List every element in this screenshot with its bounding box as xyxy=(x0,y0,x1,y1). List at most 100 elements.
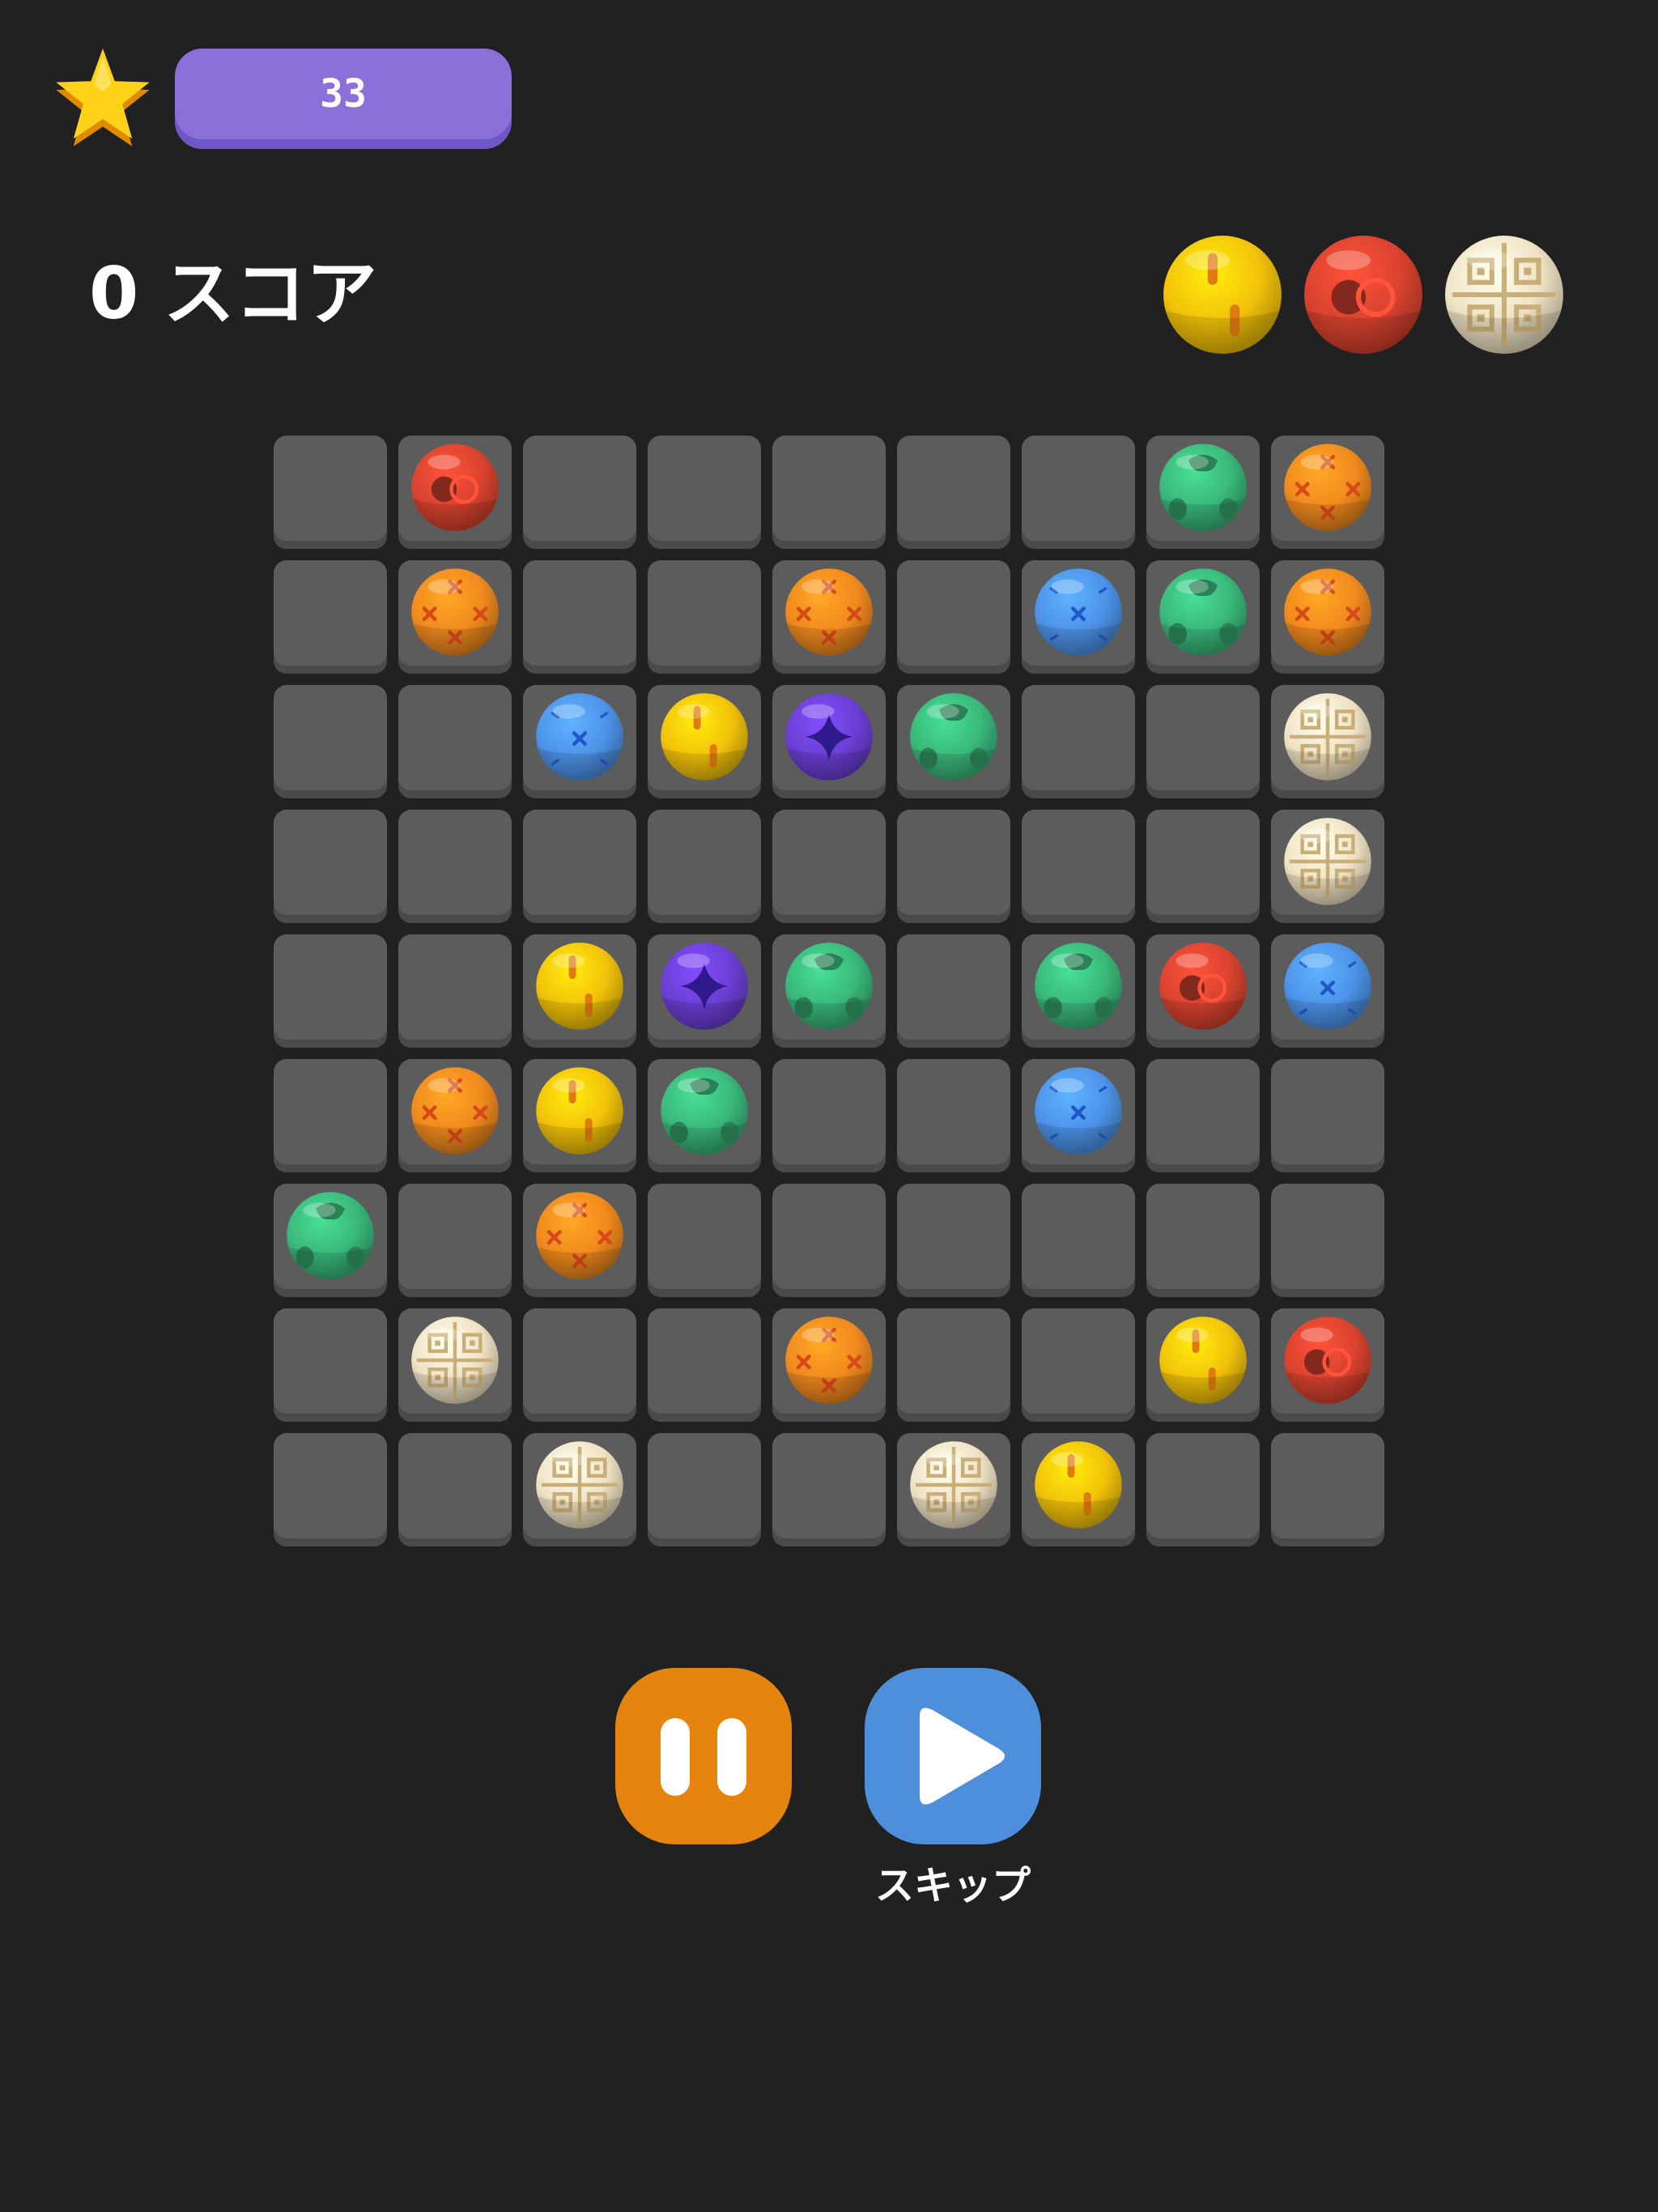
board-cell[interactable] xyxy=(1146,560,1260,674)
board-cell[interactable] xyxy=(772,560,886,674)
board-cell[interactable] xyxy=(897,436,1010,549)
board-cell[interactable] xyxy=(398,685,512,798)
board-cell[interactable] xyxy=(772,1059,886,1172)
board-cell[interactable] xyxy=(648,1184,761,1297)
board-cell[interactable] xyxy=(772,1433,886,1546)
board-cell[interactable] xyxy=(772,934,886,1048)
board-cell[interactable] xyxy=(772,1184,886,1297)
board-cell[interactable] xyxy=(648,685,761,798)
board-cell[interactable] xyxy=(523,1184,636,1297)
board-cell[interactable] xyxy=(897,560,1010,674)
red-ball-icon[interactable] xyxy=(1158,941,1248,1032)
board-cell[interactable] xyxy=(1146,1308,1260,1422)
board-cell[interactable] xyxy=(523,436,636,549)
board-cell[interactable] xyxy=(1271,685,1384,798)
board-cell[interactable] xyxy=(398,934,512,1048)
board-cell[interactable] xyxy=(648,1308,761,1422)
yellow-ball-icon[interactable] xyxy=(534,1066,625,1156)
board-cell[interactable] xyxy=(897,685,1010,798)
board-cell[interactable] xyxy=(897,1059,1010,1172)
board-cell[interactable] xyxy=(1271,934,1384,1048)
board-cell[interactable] xyxy=(274,1433,387,1546)
green-ball-icon[interactable] xyxy=(1158,567,1248,657)
board-cell[interactable] xyxy=(1146,436,1260,549)
board-cell[interactable] xyxy=(1271,560,1384,674)
board-cell[interactable] xyxy=(523,1433,636,1546)
green-ball-icon[interactable] xyxy=(784,941,874,1032)
board-cell[interactable] xyxy=(523,560,636,674)
board-cell[interactable] xyxy=(523,685,636,798)
board-cell[interactable] xyxy=(1146,685,1260,798)
board-cell[interactable] xyxy=(648,1433,761,1546)
board-cell[interactable] xyxy=(398,560,512,674)
cream-ball-icon[interactable] xyxy=(534,1440,625,1530)
cream-ball-icon[interactable] xyxy=(1282,816,1373,907)
board-cell[interactable] xyxy=(897,934,1010,1048)
pause-button[interactable] xyxy=(615,1668,792,1844)
orange-ball-icon[interactable] xyxy=(1282,567,1373,657)
blue-ball-icon[interactable] xyxy=(534,691,625,782)
board-cell[interactable] xyxy=(523,934,636,1048)
yellow-ball-icon[interactable] xyxy=(659,691,750,782)
board-cell[interactable] xyxy=(1022,1433,1135,1546)
board-cell[interactable] xyxy=(1271,1433,1384,1546)
board-cell[interactable] xyxy=(1271,810,1384,923)
board-cell[interactable] xyxy=(1271,1059,1384,1172)
board-cell[interactable] xyxy=(772,810,886,923)
purple-ball-icon[interactable] xyxy=(659,941,750,1032)
board-cell[interactable] xyxy=(398,1308,512,1422)
board-cell[interactable] xyxy=(398,810,512,923)
board-cell[interactable] xyxy=(1146,1433,1260,1546)
board-cell[interactable] xyxy=(1022,810,1135,923)
yellow-ball-icon[interactable] xyxy=(1033,1440,1124,1530)
board-cell[interactable] xyxy=(523,810,636,923)
orange-ball-icon[interactable] xyxy=(534,1190,625,1281)
yellow-ball-icon[interactable] xyxy=(534,941,625,1032)
board-cell[interactable] xyxy=(274,934,387,1048)
board-cell[interactable] xyxy=(1271,1184,1384,1297)
blue-ball-icon[interactable] xyxy=(1033,567,1124,657)
board-cell[interactable] xyxy=(274,685,387,798)
board-cell[interactable] xyxy=(274,1308,387,1422)
board-cell[interactable] xyxy=(274,1184,387,1297)
board-cell[interactable] xyxy=(1022,934,1135,1048)
board-cell[interactable] xyxy=(398,1433,512,1546)
cream-ball-icon[interactable] xyxy=(908,1440,999,1530)
board-cell[interactable] xyxy=(648,810,761,923)
orange-ball-icon[interactable] xyxy=(410,1066,500,1156)
red-ball-icon[interactable] xyxy=(410,442,500,533)
board-cell[interactable] xyxy=(1022,1059,1135,1172)
green-ball-icon[interactable] xyxy=(1033,941,1124,1032)
board-cell[interactable] xyxy=(1022,436,1135,549)
board-cell[interactable] xyxy=(648,1059,761,1172)
board-cell[interactable] xyxy=(1022,1184,1135,1297)
board-cell[interactable] xyxy=(1022,1308,1135,1422)
board-cell[interactable] xyxy=(398,1059,512,1172)
game-board[interactable] xyxy=(274,436,1384,1546)
green-ball-icon[interactable] xyxy=(908,691,999,782)
board-cell[interactable] xyxy=(897,1433,1010,1546)
board-cell[interactable] xyxy=(1271,436,1384,549)
board-cell[interactable] xyxy=(897,1184,1010,1297)
board-cell[interactable] xyxy=(1022,560,1135,674)
board-cell[interactable] xyxy=(1146,810,1260,923)
green-ball-icon[interactable] xyxy=(1158,442,1248,533)
board-cell[interactable] xyxy=(523,1059,636,1172)
cream-ball-icon[interactable] xyxy=(410,1315,500,1406)
orange-ball-icon[interactable] xyxy=(784,567,874,657)
orange-ball-icon[interactable] xyxy=(1282,442,1373,533)
board-cell[interactable] xyxy=(398,436,512,549)
board-cell[interactable] xyxy=(897,810,1010,923)
board-cell[interactable] xyxy=(274,1059,387,1172)
board-cell[interactable] xyxy=(398,1184,512,1297)
board-cell[interactable] xyxy=(897,1308,1010,1422)
cream-ball-icon[interactable] xyxy=(1282,691,1373,782)
board-cell[interactable] xyxy=(648,560,761,674)
board-cell[interactable] xyxy=(274,560,387,674)
board-cell[interactable] xyxy=(648,436,761,549)
yellow-ball-icon[interactable] xyxy=(1158,1315,1248,1406)
board-cell[interactable] xyxy=(648,934,761,1048)
board-cell[interactable] xyxy=(1146,1059,1260,1172)
red-ball-icon[interactable] xyxy=(1282,1315,1373,1406)
orange-ball-icon[interactable] xyxy=(410,567,500,657)
